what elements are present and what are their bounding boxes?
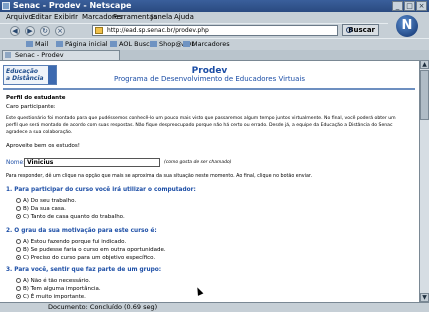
enjoy-text: Aproveite bem os estudos! (6, 143, 80, 149)
reload-icon[interactable]: ↻ (40, 26, 50, 36)
vertical-scrollbar[interactable]: ▲ ▼ (419, 60, 429, 302)
tab-page-icon (5, 52, 11, 58)
q3-option-b[interactable]: B) Tem alguma importância. (16, 286, 101, 293)
menu-ajuda[interactable]: Ajuda (174, 12, 194, 23)
radio-button-selected[interactable] (16, 255, 21, 260)
radio-button[interactable] (16, 278, 21, 283)
radio-button-selected[interactable] (16, 214, 21, 219)
throbber: N (388, 12, 429, 40)
q2-option-c[interactable]: C) Preciso do curso para um objetivo esp… (16, 255, 155, 262)
forward-arrow-icon[interactable]: ▶ (25, 26, 35, 36)
minimize-button[interactable]: _ (392, 1, 403, 11)
radio-button[interactable] (16, 198, 21, 203)
menu-bar: Arquivo Editar Exibir Ir Marcadores Ferr… (0, 12, 429, 23)
maximize-button[interactable]: □ (404, 1, 415, 11)
page-subtitle: Programa de Desenvolvimento de Educadore… (114, 75, 305, 83)
name-hint: (como gosta de ser chamado) (164, 160, 232, 165)
scroll-up-icon[interactable]: ▲ (420, 60, 429, 69)
url-text: http://ead.sp.senac.br/prodev.php (107, 27, 209, 34)
q1-option-a[interactable]: A) Do seu trabalho. (16, 198, 76, 205)
window-title: Senac - Prodev - Netscape (13, 1, 132, 10)
url-field[interactable]: http://ead.sp.senac.br/prodev.php (92, 25, 338, 36)
instructions: Para responder, dê um clique na opção qu… (6, 174, 312, 179)
window-titlebar: Senac - Prodev - Netscape _ □ × (0, 0, 429, 12)
bookmark-mail[interactable]: Mail (26, 39, 48, 50)
personal-toolbar: Mail Página inicial AOL Busca Shop@AOL M… (0, 38, 429, 50)
bookmark-home[interactable]: Página inicial (56, 39, 108, 50)
name-field[interactable]: Vinicius (24, 158, 160, 167)
search-label: Buscar (348, 26, 375, 34)
radio-button-selected[interactable] (16, 294, 21, 299)
radio-button[interactable] (16, 239, 21, 244)
tab-bar: Senac - Prodev (0, 50, 429, 60)
window-controls: _ □ × (392, 1, 427, 11)
close-button[interactable]: × (416, 1, 427, 11)
aol-icon (110, 41, 117, 47)
back-arrow-icon[interactable]: ◀ (10, 26, 20, 36)
radio-button[interactable] (16, 247, 21, 252)
page-icon (95, 27, 103, 34)
intro-line2: perfil que será montado de acordo com su… (6, 123, 393, 128)
header-divider (3, 88, 415, 90)
question-1-title: 1. Para participar do curso você irá uti… (6, 187, 196, 193)
greeting: Caro participante: (6, 104, 56, 110)
menu-ir[interactable]: Ir (73, 12, 78, 23)
intro-line1: Este questionário foi montado para que p… (6, 116, 396, 121)
bookmark-aol-busca[interactable]: AOL Busca (110, 39, 154, 50)
q1-option-c[interactable]: C) Tanto de casa quanto do trabalho. (16, 214, 125, 221)
q1-option-b[interactable]: B) Da sua casa. (16, 206, 66, 213)
scroll-thumb[interactable] (420, 70, 429, 120)
tab-senac-prodev[interactable]: Senac - Prodev (2, 50, 120, 60)
scroll-down-icon[interactable]: ▼ (420, 293, 429, 302)
home-icon (56, 41, 63, 47)
netscape-logo-icon[interactable]: N (396, 15, 418, 37)
q3-option-c[interactable]: C) É muito importante. (16, 294, 86, 301)
tab-label: Senac - Prodev (15, 51, 64, 59)
menu-janela[interactable]: Janela (151, 12, 172, 23)
menu-exibir[interactable]: Exibir (54, 12, 74, 23)
netscape-app-icon (2, 2, 10, 10)
menu-arquivo[interactable]: Arquivo (6, 12, 33, 23)
shop-icon (150, 41, 157, 47)
stop-icon[interactable]: × (55, 26, 65, 36)
question-3-title: 3. Para você, sentir que faz parte de um… (6, 267, 162, 273)
radio-button[interactable] (16, 286, 21, 291)
q2-option-b[interactable]: B) Se pudesse faria o curso em outra opo… (16, 247, 166, 254)
folder-icon (183, 41, 190, 47)
name-label: Nome: (6, 160, 26, 166)
status-text: Documento: Concluído (0.69 seg) (48, 303, 158, 311)
page-content: Educação a Distância Prodev Programa de … (0, 60, 419, 302)
intro-line3: agradece a sua colaboração. (6, 130, 73, 135)
search-button[interactable]: Buscar (342, 24, 379, 36)
radio-button[interactable] (16, 206, 21, 211)
menu-editar[interactable]: Editar (31, 12, 52, 23)
mail-icon (26, 41, 33, 47)
section-title: Perfil do estudante (6, 95, 66, 101)
q2-option-a[interactable]: A) Estou fazendo porque fui indicado. (16, 239, 126, 246)
q3-option-a[interactable]: A) Não é tão necessário. (16, 278, 90, 285)
question-2-title: 2. O grau da sua motivação para este cur… (6, 228, 157, 234)
status-bar: Documento: Concluído (0.69 seg) (0, 302, 429, 312)
search-icon (346, 27, 352, 33)
bookmark-marcadores[interactable]: Marcadores (183, 39, 230, 50)
